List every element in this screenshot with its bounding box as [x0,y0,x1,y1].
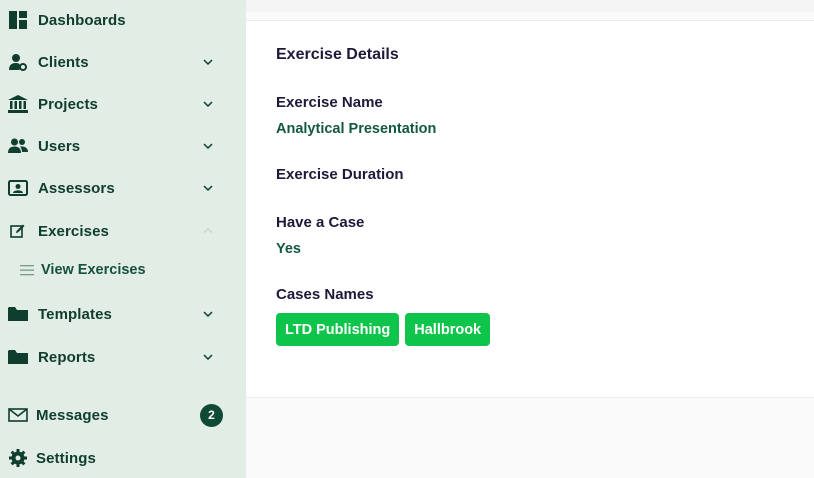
sidebar-item-templates[interactable]: Templates [0,297,246,331]
gear-icon [8,448,28,468]
folder-icon [8,347,28,367]
sidebar-item-label: Reports [38,348,96,366]
sidebar-item-dashboards[interactable]: Dashboards [0,3,246,37]
sidebar-item-clients[interactable]: Clients [0,45,246,79]
edit-icon [8,221,28,241]
user-gear-icon [8,52,28,72]
dashboard-icon [8,10,28,30]
sidebar-item-label: Messages [36,406,109,424]
sidebar-item-messages[interactable]: Messages 2 [0,398,246,432]
chevron-down-icon [202,56,214,68]
sidebar-item-label: Settings [36,449,96,467]
case-tag[interactable]: Hallbrook [405,313,491,346]
chevron-down-icon [202,98,214,110]
sidebar-item-users[interactable]: Users [0,129,246,163]
chevron-down-icon [202,308,214,320]
sidebar-item-projects[interactable]: Projects [0,87,246,121]
chevron-up-icon [202,225,214,237]
sidebar-item-exercises[interactable]: Exercises [0,214,246,248]
sidebar-subitem-view-exercises[interactable]: View Exercises [0,255,246,285]
main-content: Exercise Details Exercise Name Analytica… [246,0,814,478]
chevron-down-icon [202,140,214,152]
unread-count-badge: 2 [200,403,223,427]
sidebar: Dashboards Clients Projects Users Assess… [0,0,246,478]
envelope-icon [8,405,28,425]
chevron-down-icon [202,182,214,194]
sidebar-item-label: Clients [38,53,89,71]
exercise-duration-label: Exercise Duration [276,166,404,183]
exercise-name-label: Exercise Name [276,94,383,111]
have-case-value: Yes [276,241,301,257]
top-bar [246,0,814,12]
sidebar-item-label: Exercises [38,222,109,240]
users-icon [8,136,28,156]
sidebar-item-label: Templates [38,305,112,323]
chevron-down-icon [202,351,214,363]
bank-icon [8,94,28,114]
exercise-details-card: Exercise Details Exercise Name Analytica… [246,20,814,398]
sidebar-item-label: Dashboards [38,11,126,29]
case-tags: LTD Publishing Hallbrook [276,313,491,346]
sidebar-item-label: Assessors [38,179,115,197]
folder-icon [8,304,28,324]
sidebar-item-reports[interactable]: Reports [0,340,246,374]
case-tag[interactable]: LTD Publishing [276,313,400,346]
cases-names-label: Cases Names [276,286,374,303]
sidebar-item-label: Projects [38,95,98,113]
card-title: Exercise Details [276,46,399,63]
id-card-icon [8,178,28,198]
exercise-name-value: Analytical Presentation [276,121,437,137]
sidebar-item-label: Users [38,137,81,155]
sidebar-item-assessors[interactable]: Assessors [0,171,246,205]
sidebar-subitem-label: View Exercises [41,262,146,278]
list-icon [20,263,34,277]
sidebar-item-settings[interactable]: Settings [0,441,246,475]
have-case-label: Have a Case [276,214,365,231]
